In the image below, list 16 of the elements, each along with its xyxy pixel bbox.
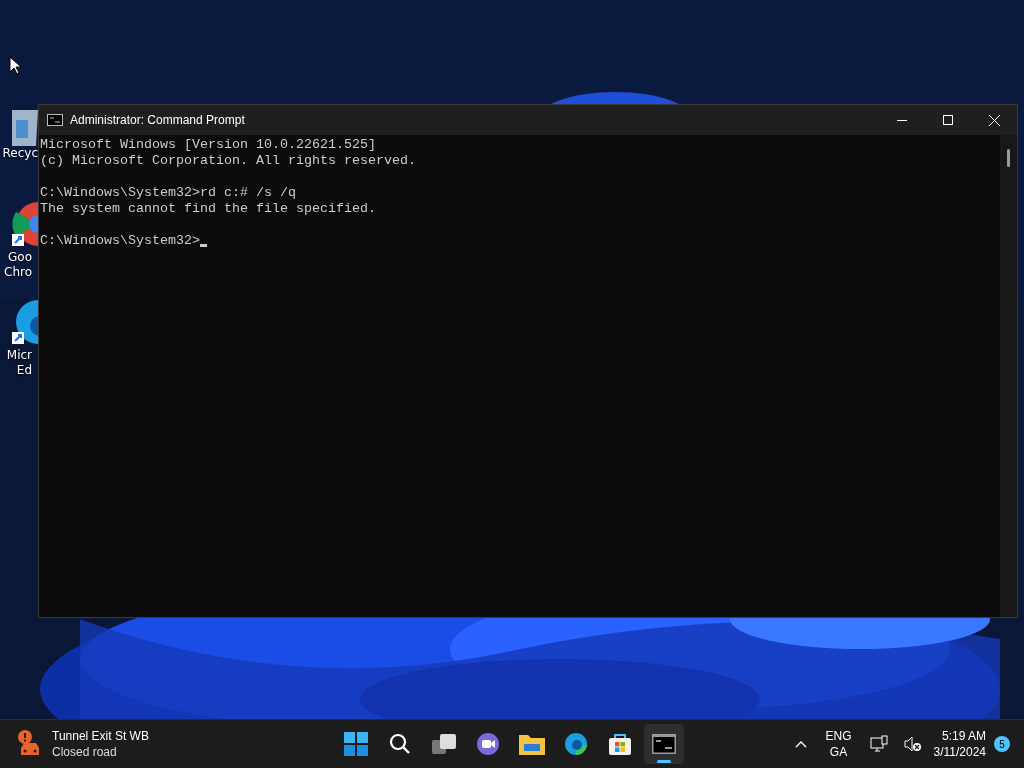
chevron-up-icon: [795, 740, 808, 748]
task-view-icon: [432, 734, 456, 754]
notification-badge[interactable]: 5: [994, 736, 1010, 752]
video-chat-icon: [476, 732, 500, 756]
running-indicator: [657, 760, 671, 763]
terminal-icon: [652, 734, 676, 754]
clock[interactable]: 5:19 AM 3/11/2024: [933, 728, 986, 760]
taskbar-app-button[interactable]: [644, 724, 684, 764]
browser-icon: [564, 732, 588, 756]
folder-icon: [519, 733, 545, 755]
search-icon: [389, 733, 411, 755]
language-indicator[interactable]: ENG GA: [819, 728, 858, 760]
widget-subtitle[interactable]: Closed road: [52, 744, 149, 760]
store-bag-icon: [608, 732, 632, 756]
windows-logo-icon: [344, 732, 368, 756]
widget-title[interactable]: Tunnel Exit St WB: [52, 728, 149, 744]
